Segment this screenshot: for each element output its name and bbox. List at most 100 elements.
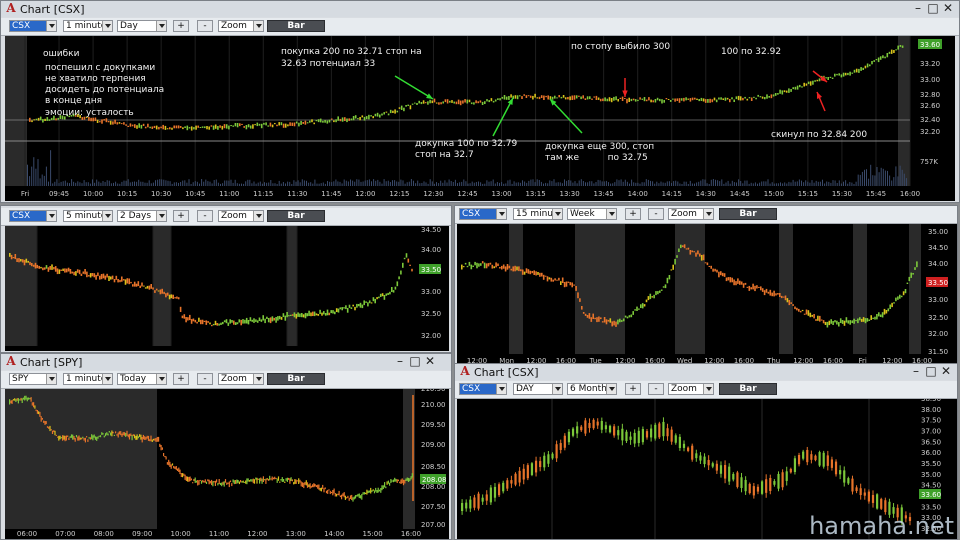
period-select[interactable]: 6 Months (567, 383, 617, 395)
zoom-select[interactable]: Zoom (668, 208, 714, 220)
price-bar (799, 310, 802, 313)
chevron-down-icon[interactable] (703, 209, 713, 219)
price-bar (801, 309, 804, 312)
minimize-icon[interactable]: – (909, 365, 923, 378)
interval-select[interactable]: DAY (513, 383, 563, 395)
zoom-out-button[interactable]: - (197, 373, 213, 385)
zoom-in-button[interactable]: + (173, 210, 189, 222)
close-icon[interactable]: ✕ (423, 355, 437, 368)
bar-style-button[interactable]: Bar (719, 208, 777, 220)
price-bar (752, 283, 754, 290)
chevron-down-icon[interactable] (102, 21, 112, 31)
period-select[interactable]: Week (567, 208, 617, 220)
minimize-icon[interactable]: – (911, 2, 925, 15)
price-bar (349, 495, 352, 499)
maximize-icon[interactable]: □ (926, 2, 940, 15)
chevron-down-icon[interactable] (253, 211, 263, 221)
zoom-value: Zoom (221, 211, 247, 221)
symbol-input[interactable]: SPY (9, 373, 57, 385)
bar-style-button[interactable]: Bar (719, 383, 777, 395)
window-titlebar[interactable]: A Chart [CSX] – □ ✕ (1, 1, 959, 17)
zoom-in-button[interactable]: + (173, 20, 189, 32)
price-chart[interactable]: 34.5034.0033.5033.0032.5032.0033.50 (5, 226, 449, 351)
zoom-in-button[interactable]: + (625, 383, 641, 395)
price-chart[interactable]: 35.0034.5034.0033.5033.0032.5032.0031.50… (457, 224, 957, 364)
maximize-icon[interactable]: □ (924, 365, 938, 378)
price-bar (407, 477, 410, 482)
interval-select[interactable]: 1 minute (63, 20, 113, 32)
zoom-select[interactable]: Zoom (218, 210, 264, 222)
interval-select[interactable]: 1 minute (63, 373, 113, 385)
window-titlebar[interactable]: A Chart [CSX] – □ ✕ (455, 364, 957, 380)
zoom-out-button[interactable]: - (648, 208, 664, 220)
chevron-down-icon[interactable] (552, 209, 562, 219)
period-select[interactable]: Day (117, 20, 167, 32)
chevron-down-icon[interactable] (606, 209, 616, 219)
symbol-input[interactable]: CSX (9, 20, 57, 32)
price-chart[interactable]: 210.50 210.00 209.50 209.00 208.50 208.00 207.… (5, 389, 449, 539)
price-bar (363, 300, 365, 306)
period-select[interactable]: Today (117, 373, 167, 385)
interval-select[interactable]: 5 minutes (63, 210, 113, 222)
chevron-down-icon[interactable] (156, 374, 166, 384)
maximize-icon[interactable]: □ (408, 355, 422, 368)
volume-bar (488, 181, 490, 186)
y-tick-label: 33.20 (920, 60, 940, 68)
symbol-input[interactable]: CSX (459, 383, 507, 395)
zoom-select[interactable]: Zoom (218, 20, 264, 32)
price-bar (260, 319, 263, 322)
interval-select[interactable]: 15 minutes (513, 208, 563, 220)
price-bar (31, 120, 33, 123)
volume-bar (790, 182, 792, 186)
volume-bar (524, 181, 526, 186)
chevron-down-icon[interactable] (46, 21, 56, 31)
price-bar (641, 303, 644, 309)
volume-bar (400, 179, 402, 186)
price-bar (35, 118, 38, 121)
zoom-in-button[interactable]: + (173, 373, 189, 385)
price-bar (361, 304, 364, 309)
price-chart[interactable]: 33.6033.2033.0032.8032.6032.4032.2033.60… (5, 36, 955, 201)
zoom-select[interactable]: Zoom (218, 373, 264, 385)
window-titlebar[interactable]: A Chart [SPY] – □ ✕ (1, 354, 451, 370)
chevron-down-icon[interactable] (46, 211, 56, 221)
zoom-out-button[interactable]: - (197, 210, 213, 222)
period-select[interactable]: 2 Days (117, 210, 167, 222)
chevron-down-icon[interactable] (102, 211, 112, 221)
chevron-down-icon[interactable] (253, 374, 263, 384)
chevron-down-icon[interactable] (703, 384, 713, 394)
price-bar (233, 480, 235, 485)
price-bar (699, 253, 701, 257)
zoom-select[interactable]: Zoom (668, 383, 714, 395)
zoom-out-button[interactable]: - (197, 20, 213, 32)
price-bar (359, 302, 362, 308)
price-bar (395, 478, 397, 482)
chevron-down-icon[interactable] (496, 384, 506, 394)
candle-body (534, 460, 538, 473)
volume-bar (364, 180, 366, 186)
minimize-icon[interactable]: – (393, 355, 407, 368)
symbol-input[interactable]: CSX (459, 208, 507, 220)
zoom-in-button[interactable]: + (625, 208, 641, 220)
chevron-down-icon[interactable] (496, 209, 506, 219)
close-icon[interactable]: ✕ (941, 2, 955, 15)
volume-bar (792, 179, 794, 186)
bar-style-button[interactable]: Bar (267, 20, 325, 32)
chevron-down-icon[interactable] (552, 384, 562, 394)
chevron-down-icon[interactable] (46, 374, 56, 384)
price-bar (678, 98, 681, 103)
chevron-down-icon[interactable] (606, 384, 616, 394)
symbol-input[interactable]: CSX (9, 210, 57, 222)
chevron-down-icon[interactable] (102, 374, 112, 384)
price-bar (674, 258, 676, 265)
bar-style-button[interactable]: Bar (267, 373, 325, 385)
price-bar (315, 313, 318, 316)
chevron-down-icon[interactable] (156, 21, 166, 31)
close-icon[interactable]: ✕ (939, 365, 953, 378)
zoom-out-button[interactable]: - (648, 383, 664, 395)
bar-style-button[interactable]: Bar (267, 210, 325, 222)
price-bar (233, 320, 235, 325)
chevron-down-icon[interactable] (156, 211, 166, 221)
chevron-down-icon[interactable] (253, 21, 263, 31)
volume-bar (184, 180, 186, 186)
